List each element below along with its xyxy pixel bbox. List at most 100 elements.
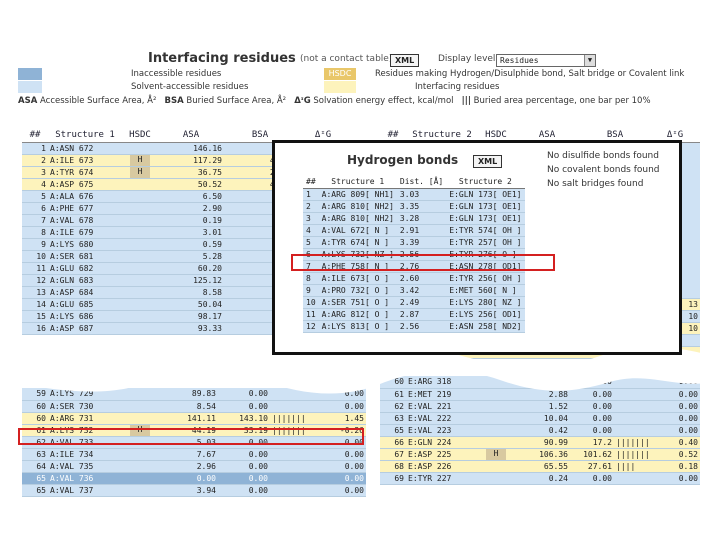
cell-bsa: 33.19 [218,424,270,437]
table-row[interactable]: 62 E:VAL 221 1.52 0.00 0.00 [380,400,700,413]
table-row[interactable]: 68 E:ASP 226 65.55 27.61 |||| 0.18 [380,460,700,473]
hbond-row[interactable]: 9 A:PRO 732[ O ] 3.42 E:MET 560[ N ] [303,284,525,297]
cell-structure1: A:PRO 732[ O ] [318,284,397,297]
cell-num: 61 [22,424,48,437]
hydrogen-bonds-panel: Hydrogen bonds XML No disulfide bonds fo… [272,140,682,355]
cell-bars [270,448,314,461]
cell-structure1: A:PHE 758[ N ] [318,260,397,273]
cell-asa: 90.99 [514,436,570,449]
cell-structure: A:ILE 734 [48,448,122,461]
cell-structure: A:TYR 674 [48,166,122,179]
cell-structure: A:PHE 677 [48,202,122,215]
table-row[interactable]: 59 A:LYS 729 89.83 0.00 0.00 [22,388,366,401]
cell-num: 9 [22,238,48,251]
cell-bars [270,400,314,413]
cell-bars [614,400,654,413]
cell-bsa: 0.00 [218,448,270,461]
cell-structure: E:TYR 227 [406,472,478,485]
asa-desc: Accessible Surface Area, Å² [39,96,157,106]
cell-num: 62 [380,400,406,413]
hbond-row[interactable]: 11 A:ARG 812[ O ] 2.87 E:LYS 256[ OD1] [303,308,525,321]
cell-dg: 0.00 [314,472,366,485]
hbond-row[interactable]: 12 A:LYS 813[ O ] 2.56 E:ASN 258[ ND2] [303,320,525,333]
col-structure1[interactable]: Structure 1 [318,175,397,189]
asa-abbr: ASA [18,96,38,106]
hbond-row[interactable]: 8 A:ILE 673[ O ] 2.60 E:TYR 256[ OH ] [303,272,525,285]
cell-asa: 141.11 [158,412,218,425]
interfacing-swatch [324,81,356,93]
table-row[interactable]: 69 E:TYR 227 0.24 0.00 0.00 [380,472,700,485]
table-row[interactable]: 64 A:VAL 735 2.96 0.00 0.00 [22,460,366,473]
hbond-row[interactable]: 7 A:PHE 758[ N ] 2.76 E:ASN 278[ OD1] [303,260,525,273]
cell-bars: ||||||| [270,412,314,425]
hbond-row[interactable]: 2 A:ARG 810[ NH2] 3.35 E:GLN 173[ OE1] [303,200,525,213]
hbond-row[interactable]: 1 A:ARG 809[ NH1] 3.03 E:GLN 173[ OE1] [303,188,525,201]
table-row[interactable]: 60 E:ARG 318 0.05 0.00 0.00 [380,376,700,389]
cell-bars: ||||||| [614,436,654,449]
cell-structure: A:ILE 673 [48,154,122,167]
cell-asa: 50.04 [158,298,224,311]
table-row[interactable]: 65 A:VAL 737 3.94 0.00 0.00 [22,484,366,497]
display-level-select[interactable]: Residues ▼ [496,54,596,67]
cell-hsdc [122,472,158,485]
hbonds-title: Hydrogen bonds [347,153,459,167]
table-row[interactable]: 65 A:VAL 736 0.00 0.00 0.00 [22,472,366,485]
hbond-row[interactable]: 10 A:SER 751[ O ] 2.49 E:LYS 280[ NZ ] [303,296,525,309]
table-row[interactable]: 63 A:ILE 734 7.67 0.00 0.00 [22,448,366,461]
hbond-row[interactable]: 3 A:ARG 810[ NH2] 3.28 E:GLN 173[ OE1] [303,212,525,225]
cell-num: 63 [22,448,48,461]
cell-num: 5 [303,236,319,249]
hbond-row[interactable]: 5 A:TYR 674[ N ] 3.39 E:TYR 257[ OH ] [303,236,525,249]
table-row[interactable]: 62 A:VAL 733 5.03 0.00 0.00 [22,436,366,449]
col-hsdc[interactable]: HSDC [122,128,158,143]
cell-dg: 0.00 [314,388,366,401]
chevron-down-icon: ▼ [584,55,595,66]
cell-bsa: 0.00 [218,460,270,473]
cell-asa: 50.52 [158,178,224,191]
cell-asa: 98.17 [158,310,224,323]
cell-hsdc [122,460,158,473]
hbond-row[interactable]: 4 A:VAL 672[ N ] 2.91 E:TYR 574[ OH ] [303,224,525,237]
cell-dg: 0.00 [654,424,700,437]
cell-structure: A:ASP 675 [48,178,122,191]
cell-num: 7 [22,214,48,227]
col-structure2[interactable]: Structure 2 [446,175,525,189]
col-structure1[interactable]: Structure 1 [48,128,122,143]
table-row[interactable]: 67 E:ASP 225 H 106.36 101.62 ||||||| 0.52 [380,448,700,461]
table-row[interactable]: 66 E:GLN 224 90.99 17.2 ||||||| 0.40 [380,436,700,449]
cell-structure: A:GLN 683 [48,274,122,287]
cell-hsdc: H [122,166,158,179]
xml-button[interactable]: XML [390,54,420,67]
bars-desc: Buried area percentage, one bar per 10% [473,96,651,106]
hbonds-xml-button[interactable]: XML [473,155,503,168]
cell-dg: 0.00 [654,400,700,413]
table-row[interactable]: 60 A:ARG 731 141.11 143.10 ||||||| 1.45 [22,412,366,425]
col-dist[interactable]: Dist. [Å] [396,175,447,189]
cell-num: 1 [22,142,48,155]
cell-num: 16 [22,322,48,335]
inaccessible-swatch [18,68,42,80]
table-row[interactable]: 60 A:SER 730 8.54 0.00 0.00 [22,400,366,413]
hbond-row[interactable]: 6 A:LYS 732[ NZ ] 2.56 E:TYR 276[ O ] [303,248,525,261]
cell-hsdc [122,202,158,215]
table-row[interactable]: 61 E:MET 219 2.88 0.00 0.00 [380,388,700,401]
cell-structure: E:ARG 318 [406,376,478,389]
cell-bsa: 0.00 [570,412,614,425]
cell-num: 11 [303,308,319,321]
hsdc-flag: H [486,448,506,459]
cell-num: 12 [303,320,319,333]
cell-asa: 0.05 [514,376,570,389]
col-asa[interactable]: ASA [158,128,224,143]
cell-dist: 3.39 [396,236,447,249]
cell-hsdc [122,226,158,239]
table-row[interactable]: 63 E:VAL 222 10.04 0.00 0.00 [380,412,700,425]
cell-num: 65 [22,472,48,485]
table-row[interactable]: 61 A:LYS 732 H 44.19 33.19 ||||||| -0.26 [22,424,366,437]
cell-structure: A:ARG 731 [48,412,122,425]
cell-num: 6 [22,202,48,215]
col-num[interactable]: ## [303,175,319,189]
title-note: (not a contact table) [300,54,393,64]
col-num[interactable]: ## [22,128,48,143]
cell-structure: A:VAL 678 [48,214,122,227]
table-row[interactable]: 65 E:VAL 223 0.42 0.00 0.00 [380,424,700,437]
